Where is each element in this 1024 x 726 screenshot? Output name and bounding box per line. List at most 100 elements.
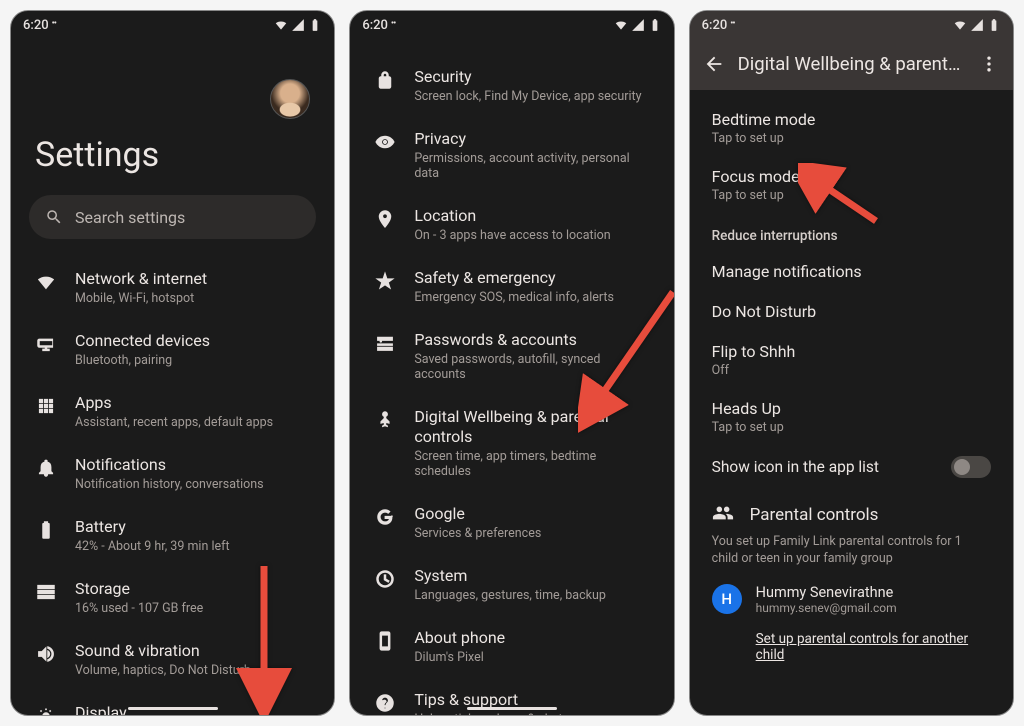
parental-description: You set up Family Link parental controls… <box>694 534 1009 578</box>
search-settings-input[interactable]: Search settings <box>29 195 316 239</box>
key-icon <box>374 332 396 354</box>
settings-item-storage[interactable]: Storage16% used - 107 GB free <box>15 567 330 629</box>
search-placeholder: Search settings <box>75 208 185 227</box>
settings-item-battery[interactable]: Battery42% - About 9 hr, 39 min left <box>15 505 330 567</box>
item-subtitle: Saved passwords, autofill, synced accoun… <box>414 352 649 382</box>
item-title: Privacy <box>414 129 649 149</box>
settings-item-location[interactable]: LocationOn - 3 apps have access to locat… <box>354 194 669 256</box>
parental-controls-header: Parental controls <box>694 488 1009 534</box>
item-subtitle: Emergency SOS, medical info, alerts <box>414 290 614 305</box>
screenshot-1-settings-home: 6:20•• Settings Search settings Network … <box>10 10 335 716</box>
item-subtitle: Screen lock, Find My Device, app securit… <box>414 89 641 104</box>
item-title: Safety & emergency <box>414 268 614 288</box>
wifi-status-icon <box>953 18 967 32</box>
item-title: Flip to Shhh <box>712 342 991 361</box>
help-icon <box>374 692 396 714</box>
screenshot-2-settings-scrolled: 6:20•• Security Screen lock, Find My Devi… <box>349 10 674 716</box>
settings-item-security[interactable]: Security Screen lock, Find My Device, app… <box>354 55 669 117</box>
flip-to-shhh-item[interactable]: Flip to Shhh Off <box>694 332 1009 389</box>
item-subtitle: Off <box>712 363 991 378</box>
settings-item-connected-devices[interactable]: Connected devicesBluetooth, pairing <box>15 319 330 381</box>
item-subtitle: Tap to set up <box>712 188 991 203</box>
manage-notifications-item[interactable]: Manage notifications <box>694 252 1009 292</box>
item-title: Network & internet <box>75 269 207 289</box>
item-subtitle: Dilum's Pixel <box>414 650 505 665</box>
item-subtitle: 42% - About 9 hr, 39 min left <box>75 539 230 554</box>
settings-item-safety-emergency[interactable]: Safety & emergency Emergency SOS, medical… <box>354 256 669 318</box>
item-title: Focus mode <box>712 167 991 186</box>
settings-item-notifications[interactable]: Notifications Notification history, conve… <box>15 443 330 505</box>
storage-icon <box>35 581 57 603</box>
item-subtitle: Languages, gestures, time, backup <box>414 588 606 603</box>
apps-icon <box>35 395 57 417</box>
item-subtitle: Tap to set up <box>712 420 991 435</box>
settings-item-digital-wellbeing-parental-controls[interactable]: Digital Wellbeing & parental controlsScr… <box>354 395 669 492</box>
item-title: Passwords & accounts <box>414 330 649 350</box>
settings-item-apps[interactable]: Apps Assistant, recent apps, default apps <box>15 381 330 443</box>
item-subtitle: Help articles, phone & chat <box>414 712 562 715</box>
battery-status-icon <box>987 18 1001 32</box>
focus-mode-item[interactable]: Focus mode Tap to set up <box>694 157 1009 214</box>
overflow-menu-button[interactable] <box>973 44 1005 84</box>
display-icon <box>35 705 57 715</box>
status-bar: 6:20•• <box>690 11 1013 39</box>
settings-item-network-internet[interactable]: Network & internetMobile, Wi-Fi, hotspot <box>15 257 330 319</box>
item-title: Security <box>414 67 641 87</box>
do-not-disturb-item[interactable]: Do Not Disturb <box>694 292 1009 332</box>
google-icon <box>374 506 396 528</box>
toggle-switch-off[interactable] <box>951 456 991 478</box>
back-button[interactable] <box>694 44 734 84</box>
sound-icon <box>35 643 57 665</box>
bedtime-mode-item[interactable]: Bedtime mode Tap to set up <box>694 100 1009 157</box>
item-title: System <box>414 566 606 586</box>
app-bar-title: Digital Wellbeing & parental co… <box>738 53 969 75</box>
child-account-row[interactable]: H Hummy Senevirathne hummy.senev@gmail.c… <box>694 578 1009 625</box>
heads-up-item[interactable]: Heads Up Tap to set up <box>694 389 1009 446</box>
item-subtitle: 16% used - 107 GB free <box>75 601 203 616</box>
settings-item-privacy[interactable]: PrivacyPermissions, account activity, pe… <box>354 117 669 194</box>
settings-item-system[interactable]: System Languages, gestures, time, backup <box>354 554 669 616</box>
wifi-icon <box>35 271 57 293</box>
item-title: Manage notifications <box>712 262 991 281</box>
item-subtitle: Notification history, conversations <box>75 477 264 492</box>
settings-item-passwords-accounts[interactable]: Passwords & accountsSaved passwords, aut… <box>354 318 669 395</box>
settings-item-sound-vibration[interactable]: Sound & vibrationVolume, haptics, Do Not… <box>15 629 330 691</box>
item-title: Apps <box>75 393 273 413</box>
status-time: 6:20•• <box>362 18 395 33</box>
item-title: About phone <box>414 628 505 648</box>
status-bar: 6:20•• <box>11 11 334 39</box>
section-title: Parental controls <box>750 505 879 525</box>
item-title: Show icon in the app list <box>712 458 879 476</box>
setup-another-child-link[interactable]: Set up parental controls for another chi… <box>694 625 1009 673</box>
section-header-reduce-interruptions: Reduce interruptions <box>694 214 1009 252</box>
item-subtitle: Assistant, recent apps, default apps <box>75 415 273 430</box>
settings-item-about-phone[interactable]: About phone Dilum's Pixel <box>354 616 669 678</box>
profile-avatar[interactable] <box>270 79 310 119</box>
wifi-status-icon <box>274 18 288 32</box>
battery-status-icon <box>308 18 322 32</box>
child-avatar-initial: H <box>712 584 742 614</box>
settings-item-display[interactable]: Display <box>15 691 330 715</box>
nav-bar-indicator[interactable] <box>128 707 218 710</box>
system-icon <box>374 568 396 590</box>
nav-bar-indicator[interactable] <box>467 707 557 710</box>
family-icon <box>712 502 734 528</box>
item-subtitle: Permissions, account activity, personal … <box>414 151 649 181</box>
item-title: Google <box>414 504 541 524</box>
lock-icon <box>374 69 396 91</box>
wifi-status-icon <box>614 18 628 32</box>
search-icon <box>45 208 63 226</box>
signal-status-icon <box>631 18 645 32</box>
signal-status-icon <box>291 18 305 32</box>
pin-icon <box>374 208 396 230</box>
show-icon-toggle-row[interactable]: Show icon in the app list <box>694 446 1009 488</box>
status-time: 6:20•• <box>702 18 735 33</box>
item-title: Notifications <box>75 455 264 475</box>
wellbeing-icon <box>374 409 396 431</box>
item-subtitle: Bluetooth, pairing <box>75 353 210 368</box>
app-bar: Digital Wellbeing & parental co… <box>690 38 1013 90</box>
settings-item-google[interactable]: GoogleServices & preferences <box>354 492 669 554</box>
more-vert-icon <box>979 54 999 74</box>
item-subtitle: Tap to set up <box>712 131 991 146</box>
status-icons <box>953 18 1001 32</box>
